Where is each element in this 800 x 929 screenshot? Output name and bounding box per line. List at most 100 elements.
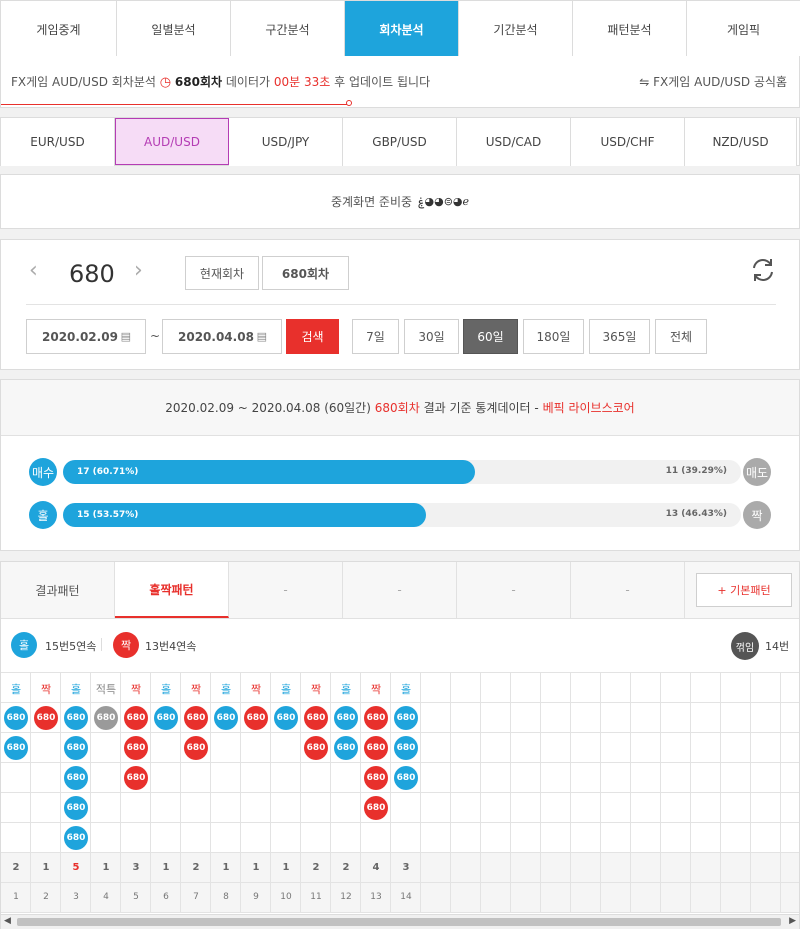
grid-cell (541, 673, 571, 703)
nav-tab-4[interactable]: 회차분석 (345, 1, 459, 57)
grid-cell (781, 883, 799, 913)
grid-cell (721, 703, 751, 733)
grid-cell (601, 823, 631, 853)
stat-right-label: 짝 (743, 501, 771, 529)
pattern-tab-4[interactable]: - (343, 562, 457, 618)
currency-tab-7[interactable]: NZD/USD (685, 118, 797, 166)
date-to-input[interactable]: 2020.04.08 ▤ (162, 319, 282, 354)
stat-left-label: 홀 (29, 501, 57, 529)
result-ball: 680 (4, 736, 28, 760)
column-result-label: 짝 (250, 683, 262, 696)
grid-cell (361, 823, 391, 853)
grid-cell (121, 793, 151, 823)
result-ball: 680 (214, 706, 238, 730)
result-ball: 680 (64, 766, 88, 790)
result-ball: 680 (34, 706, 58, 730)
grid-cell (91, 793, 121, 823)
pattern-tab-2[interactable]: 홀짝패턴 (115, 562, 229, 618)
basic-pattern-button[interactable]: + 기본패턴 (696, 573, 792, 607)
date-from-value: 2020.02.09 (42, 329, 118, 344)
grid-cell (151, 823, 181, 853)
stat-right-label: 매도 (743, 458, 771, 486)
grid-cell (601, 883, 631, 913)
grid-cell (1, 793, 31, 823)
grid-cell (571, 763, 601, 793)
currency-tab-6[interactable]: USD/CHF (571, 118, 685, 166)
pattern-tab-bar: 결과패턴 홀짝패턴 - - - - + 기본패턴 (1, 562, 799, 619)
grid-cell (571, 733, 601, 763)
result-ball: 680 (184, 706, 208, 730)
grid-cell (211, 793, 241, 823)
column-index: 3 (73, 892, 79, 902)
refresh-icon[interactable] (749, 256, 779, 286)
scroll-right-icon[interactable]: ▶ (789, 916, 796, 926)
period-button-6[interactable]: 전체 (655, 319, 707, 354)
currency-tab-5[interactable]: USD/CAD (457, 118, 571, 166)
currency-tab-3[interactable]: USD/JPY (229, 118, 343, 166)
grid-cell (631, 853, 661, 883)
horizontal-scrollbar[interactable]: ◀ ▶ (1, 914, 799, 929)
grid-cell (601, 853, 631, 883)
grid-cell (631, 793, 661, 823)
date-from-input[interactable]: 2020.02.09 ▤ (26, 319, 146, 354)
current-round-value: 680회차 (262, 256, 349, 290)
grid-cell (571, 823, 601, 853)
grid-cell (181, 763, 211, 793)
current-round-button[interactable]: 현재회차 (185, 256, 259, 290)
scroll-left-icon[interactable]: ◀ (4, 916, 11, 926)
period-button-2[interactable]: 30일 (404, 319, 459, 354)
column-index: 14 (400, 892, 412, 902)
result-ball: 680 (64, 826, 88, 850)
pattern-tab-1[interactable]: 결과패턴 (1, 562, 115, 618)
grid-cell (541, 733, 571, 763)
grid-cell (751, 793, 781, 823)
grid-cell (661, 793, 691, 823)
calendar-icon: ▤ (120, 330, 131, 343)
column-result-label: 짝 (370, 683, 382, 696)
pattern-tab-5[interactable]: - (457, 562, 571, 618)
pattern-tab-3[interactable]: - (229, 562, 343, 618)
currency-tab-1[interactable]: EUR/USD (1, 118, 115, 166)
prev-round-button[interactable]: ‹ (29, 258, 38, 283)
grid-cell (241, 763, 271, 793)
grid-cell (751, 823, 781, 853)
stat-bar-fill: 15 (53.57%) (63, 503, 427, 527)
pattern-tab-6[interactable]: - (571, 562, 685, 618)
result-ball: 680 (64, 796, 88, 820)
column-count: 1 (252, 862, 260, 873)
nav-tab-7[interactable]: 게임픽 (687, 1, 800, 57)
grid-cell (601, 673, 631, 703)
nav-tab-5[interactable]: 기간분석 (459, 1, 573, 57)
stat-right-text: 13 (46.43%) (665, 509, 727, 519)
official-home-link[interactable]: ⇋ FX게임 AUD/USD 공식홈 (639, 73, 787, 90)
nav-tab-2[interactable]: 일별분석 (117, 1, 231, 57)
nav-tab-3[interactable]: 구간분석 (231, 1, 345, 57)
even-streak-text: 13번4연속 (145, 640, 197, 653)
grid-cell (451, 883, 481, 913)
column-result-label: 홀 (400, 683, 412, 696)
grid-cell (781, 673, 799, 703)
currency-tabs: EUR/USD AUD/USD USD/JPY GBP/USD USD/CAD USD/C… (0, 117, 800, 166)
period-button-4[interactable]: 180일 (523, 319, 584, 354)
column-result-label: 짝 (130, 683, 142, 696)
currency-tab-2[interactable]: AUD/USD (115, 118, 229, 165)
period-button-5[interactable]: 365일 (589, 319, 650, 354)
next-round-button[interactable]: › (134, 258, 143, 283)
nav-tab-6[interactable]: 패턴분석 (573, 1, 687, 57)
currency-tab-4[interactable]: GBP/USD (343, 118, 457, 166)
grid-cell (721, 823, 751, 853)
grid-cell (661, 883, 691, 913)
result-ball: 680 (124, 706, 148, 730)
grid-cell (511, 763, 541, 793)
grid-cell (661, 763, 691, 793)
column-count: 4 (372, 862, 380, 873)
nav-tab-1[interactable]: 게임중계 (1, 1, 117, 57)
grid-cell (781, 703, 799, 733)
period-button-1[interactable]: 7일 (352, 319, 399, 354)
search-button[interactable]: 검색 (286, 319, 339, 354)
scroll-thumb[interactable] (17, 918, 781, 926)
grid-cell (271, 823, 301, 853)
grid-cell (241, 823, 271, 853)
period-button-3[interactable]: 60일 (463, 319, 518, 354)
grid-cell (601, 733, 631, 763)
